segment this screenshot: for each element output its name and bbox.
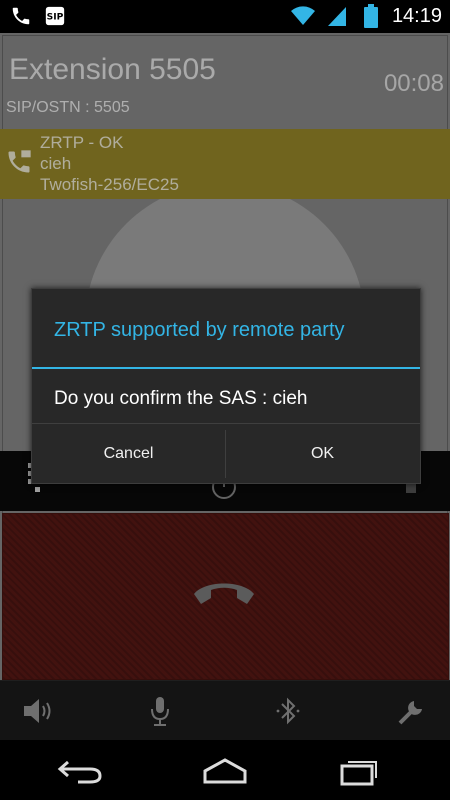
recent-apps-icon[interactable] [330,754,390,788]
phone-icon [8,4,34,28]
dialog-message: Do you confirm the SAS : cieh [54,388,308,409]
ok-button[interactable]: OK [226,424,419,484]
voicemail-app-icon: SIP [42,4,68,28]
signal-icon [324,4,350,28]
svg-text:SIP: SIP [47,12,64,23]
navigation-bar [0,740,450,800]
sas-confirm-dialog: ZRTP supported by remote party Do you co… [31,288,421,484]
dialog-button-bar: Cancel OK [32,423,420,484]
wifi-icon [290,4,316,28]
back-icon[interactable] [50,754,110,788]
status-bar: SIP 14:19 [0,0,450,33]
status-time: 14:19 [391,4,442,27]
dialog-title: ZRTP supported by remote party [54,319,345,341]
home-icon[interactable] [195,754,255,788]
battery-icon [358,4,384,28]
cancel-button[interactable]: Cancel [32,424,225,484]
dialog-title-divider [32,367,420,369]
